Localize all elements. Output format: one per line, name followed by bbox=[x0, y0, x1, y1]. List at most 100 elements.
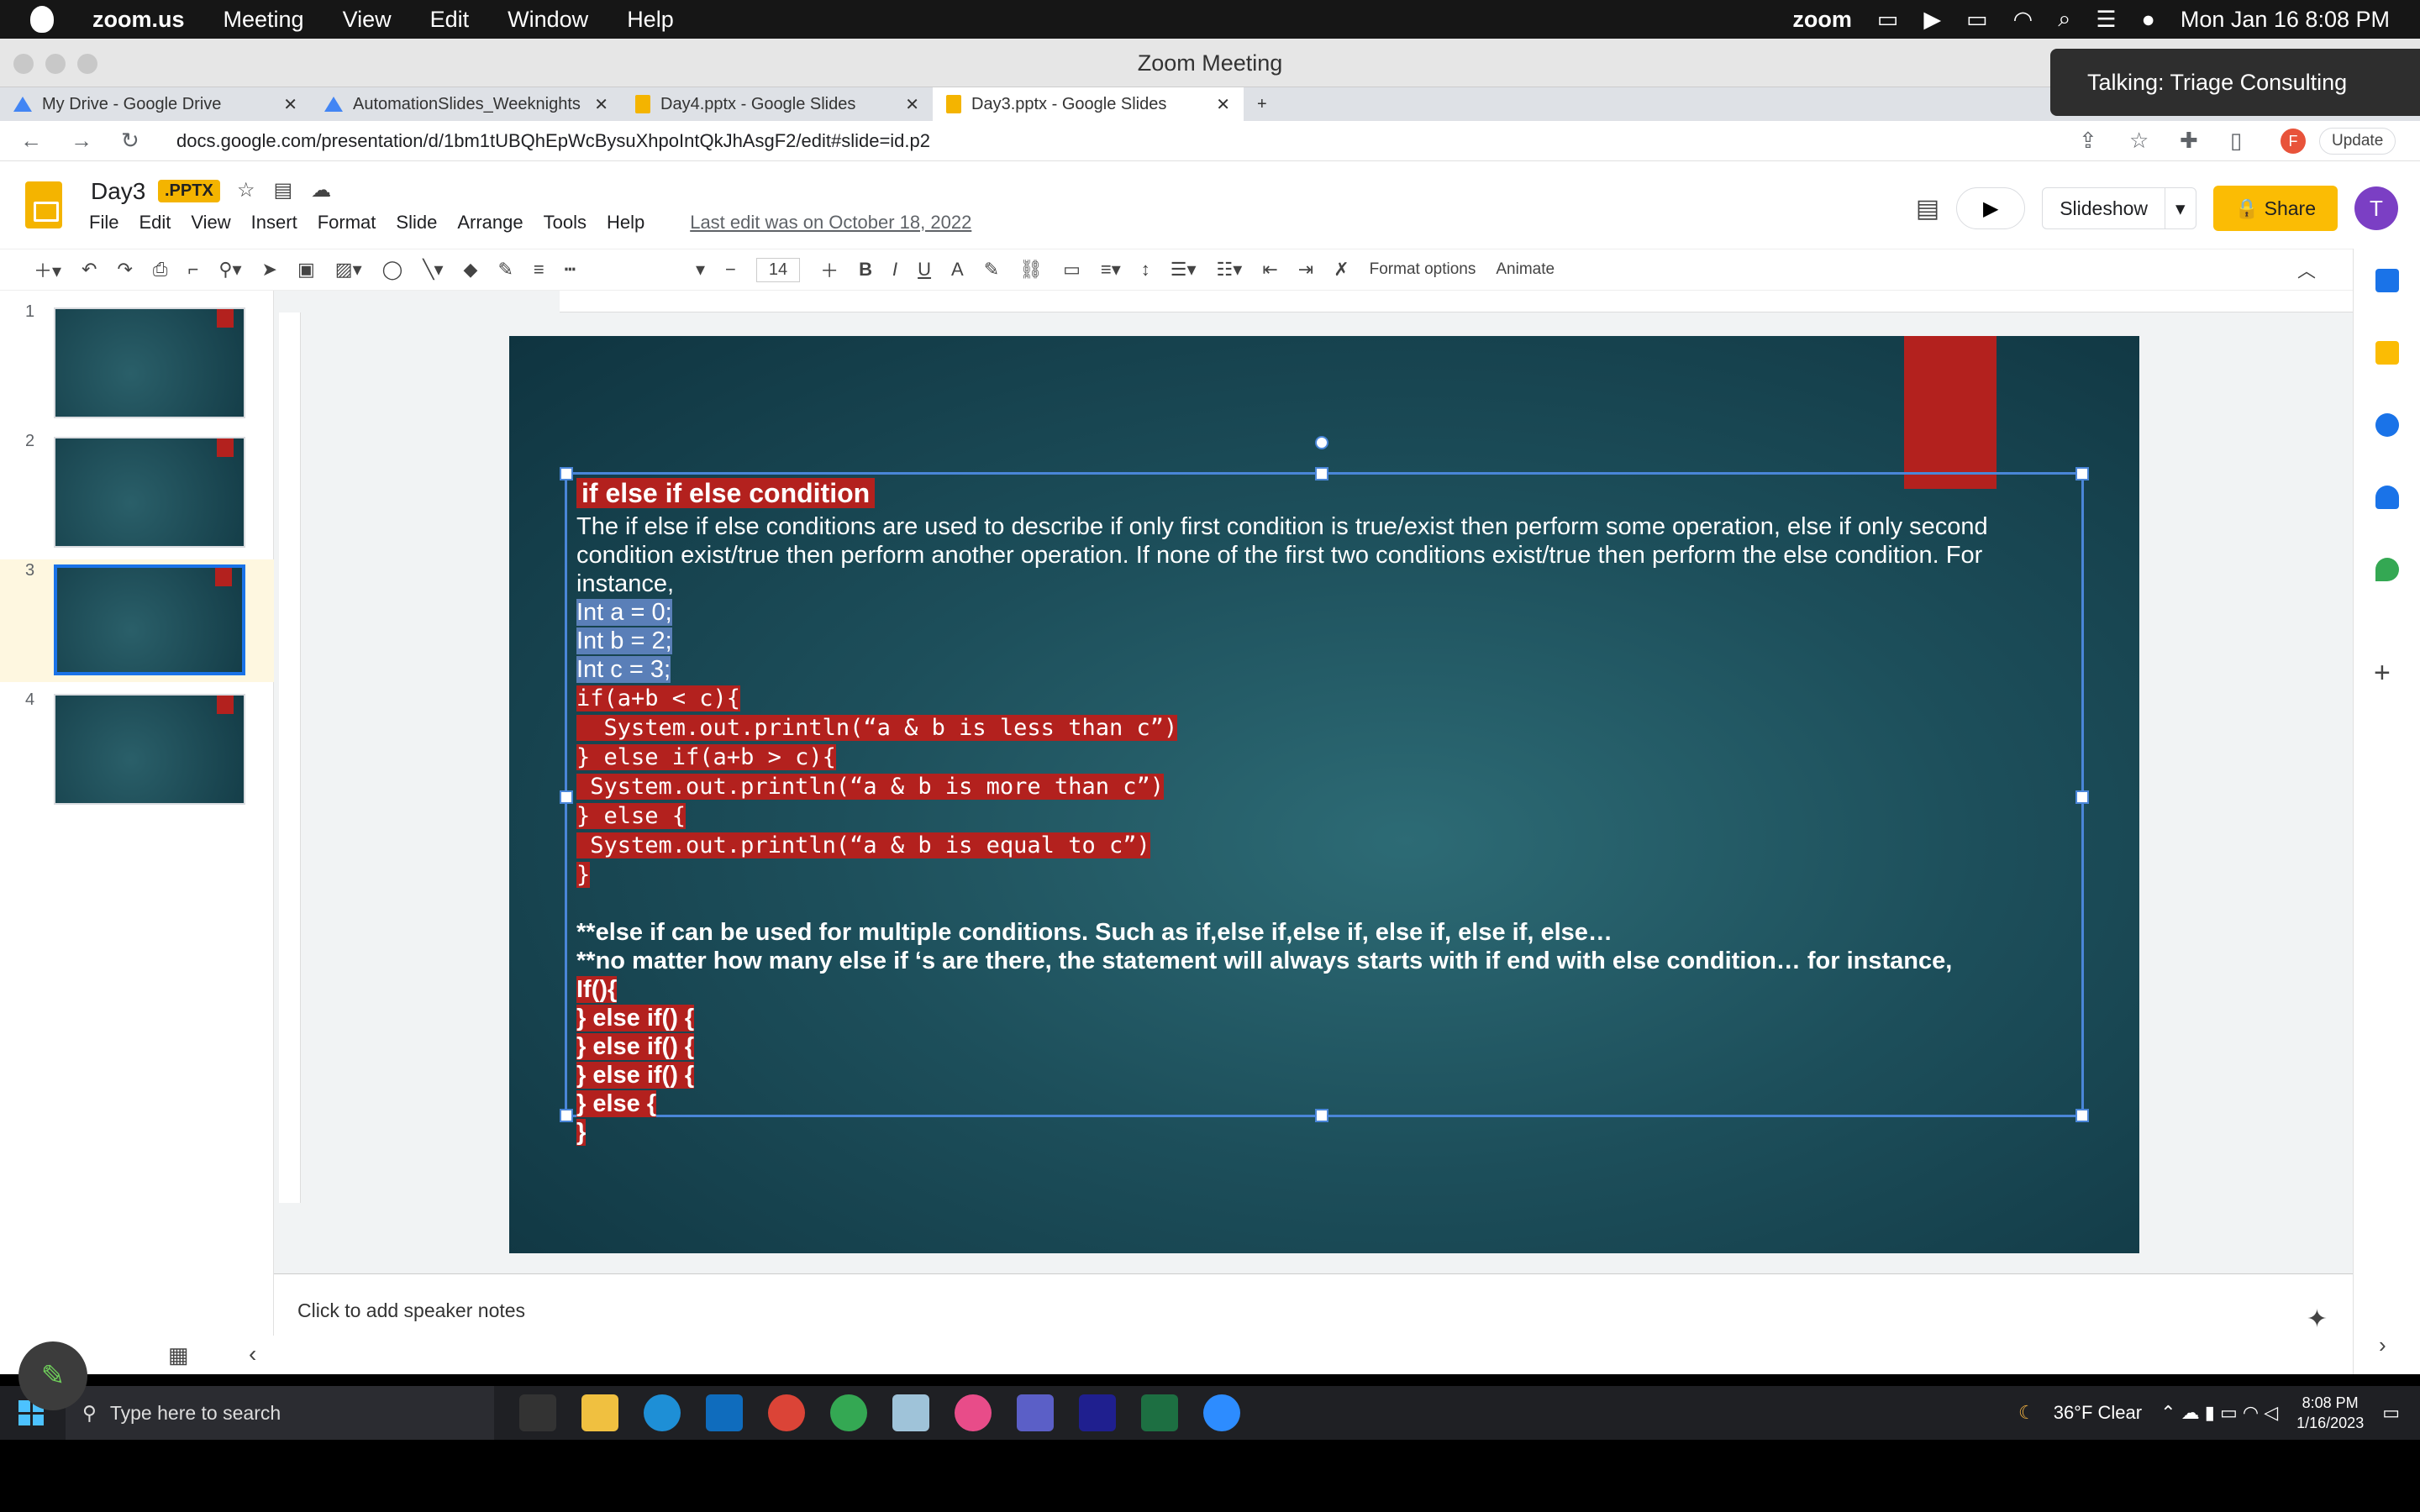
rotate-handle[interactable] bbox=[1315, 436, 1328, 449]
share-button[interactable]: 🔒 Share bbox=[2212, 186, 2338, 231]
vertical-ruler[interactable] bbox=[279, 312, 301, 1203]
menu-tools[interactable]: Tools bbox=[544, 212, 587, 234]
resize-handle[interactable] bbox=[2075, 467, 2089, 480]
font-size-field[interactable]: 14 bbox=[755, 257, 801, 282]
menu-format[interactable]: Format bbox=[318, 212, 376, 234]
notification-icon[interactable]: ▭ bbox=[2382, 1402, 2400, 1424]
text-color-icon[interactable]: A bbox=[951, 259, 964, 281]
keep-icon[interactable] bbox=[2375, 341, 2399, 365]
resize-handle[interactable] bbox=[2075, 790, 2089, 804]
horizontal-ruler[interactable] bbox=[560, 291, 2358, 312]
bullet-list-icon[interactable]: ☰▾ bbox=[1171, 259, 1197, 281]
profile-avatar[interactable]: F bbox=[2281, 128, 2306, 154]
collapse-toolbar-icon[interactable]: ︿ bbox=[2297, 256, 2316, 283]
move-folder-icon[interactable]: ▤ bbox=[274, 178, 293, 202]
tray-icons[interactable]: ⌃ ☁ ▮ ▭ ◠ ◁ bbox=[2160, 1402, 2278, 1424]
app-icon[interactable] bbox=[892, 1394, 929, 1431]
menu-file[interactable]: File bbox=[89, 212, 118, 234]
resize-handle[interactable] bbox=[560, 790, 573, 804]
underline-icon[interactable]: U bbox=[918, 259, 931, 281]
new-slide-icon[interactable]: ＋▾ bbox=[34, 256, 61, 283]
user-avatar[interactable]: T bbox=[2354, 186, 2398, 230]
url-field[interactable]: docs.google.com/presentation/d/1bm1tUBQh… bbox=[176, 130, 2059, 152]
weather-text[interactable]: 36°F Clear bbox=[2054, 1402, 2142, 1424]
search-icon[interactable]: ⌕ bbox=[2058, 6, 2070, 33]
back-icon[interactable]: ← bbox=[20, 128, 50, 154]
decrease-indent-icon[interactable]: ⇤ bbox=[1262, 259, 1277, 281]
increase-font-icon[interactable]: ＋ bbox=[820, 256, 839, 283]
menu-arrange[interactable]: Arrange bbox=[457, 212, 523, 234]
menu-view[interactable]: View bbox=[191, 212, 230, 234]
tab-automation-slides[interactable]: AutomationSlides_Weeknights - ✕ bbox=[311, 87, 622, 121]
tab-my-drive[interactable]: My Drive - Google Drive ✕ bbox=[0, 87, 311, 121]
menu-help[interactable]: Help bbox=[627, 7, 674, 33]
menu-insert[interactable]: Insert bbox=[251, 212, 297, 234]
share-page-icon[interactable]: ⇪ bbox=[2079, 128, 2109, 154]
minimize-window-button[interactable] bbox=[45, 54, 66, 74]
bookmark-star-icon[interactable]: ☆ bbox=[2129, 128, 2160, 154]
close-tab-icon[interactable]: ✕ bbox=[1216, 94, 1230, 115]
shape-icon[interactable]: ◯ bbox=[382, 259, 403, 281]
tab-day3[interactable]: Day3.pptx - Google Slides ✕ bbox=[933, 87, 1244, 121]
teams-icon[interactable] bbox=[1017, 1394, 1054, 1431]
menu-clock[interactable]: Mon Jan 16 8:08 PM bbox=[2181, 7, 2390, 33]
image-icon[interactable]: ▨▾ bbox=[335, 259, 362, 281]
close-tab-icon[interactable]: ✕ bbox=[594, 94, 608, 115]
grid-view-icon[interactable]: ▦ bbox=[168, 1342, 189, 1368]
slack-icon[interactable] bbox=[955, 1394, 992, 1431]
link-icon[interactable]: ⛓ bbox=[1019, 259, 1043, 281]
side-panel-icon[interactable]: ▯ bbox=[2230, 128, 2260, 154]
outlook-icon[interactable] bbox=[706, 1394, 743, 1431]
update-button[interactable]: Update bbox=[2319, 127, 2396, 155]
resize-handle[interactable] bbox=[2075, 1109, 2089, 1122]
zoom-status-icon[interactable]: zoom bbox=[1792, 7, 1852, 33]
star-icon[interactable]: ☆ bbox=[237, 178, 255, 202]
menu-edit[interactable]: Edit bbox=[430, 7, 470, 33]
zoom-icon[interactable] bbox=[1203, 1394, 1240, 1431]
play-icon[interactable]: ▶ bbox=[1923, 7, 1941, 33]
resize-handle[interactable] bbox=[560, 1109, 573, 1122]
taskbar-search[interactable]: ⚲ Type here to search bbox=[66, 1386, 494, 1440]
maps-icon[interactable] bbox=[2375, 558, 2399, 581]
maximize-window-button[interactable] bbox=[77, 54, 97, 74]
align-icon[interactable]: ≡▾ bbox=[1101, 259, 1121, 281]
app-menu[interactable]: zoom.us bbox=[92, 7, 185, 33]
annotate-pen-icon[interactable]: ✎ bbox=[18, 1341, 87, 1410]
video-icon[interactable]: ▭ bbox=[1877, 7, 1899, 33]
slide-thumbnail-2[interactable] bbox=[54, 437, 245, 548]
menu-meeting[interactable]: Meeting bbox=[224, 7, 304, 33]
zoom-icon[interactable]: ⚲▾ bbox=[218, 259, 241, 281]
tab-day4[interactable]: Day4.pptx - Google Slides ✕ bbox=[622, 87, 933, 121]
task-view-icon[interactable] bbox=[519, 1394, 556, 1431]
close-tab-icon[interactable]: ✕ bbox=[905, 94, 919, 115]
slide-thumbnail-1[interactable] bbox=[54, 307, 245, 418]
decrease-font-icon[interactable]: − bbox=[725, 259, 736, 281]
file-explorer-icon[interactable] bbox=[581, 1394, 618, 1431]
chrome-icon[interactable] bbox=[830, 1394, 867, 1431]
new-tab-button[interactable]: + bbox=[1244, 87, 1294, 121]
slideshow-button[interactable]: Slideshow ▾ bbox=[2042, 187, 2196, 229]
weather-icon[interactable]: ☾ bbox=[2018, 1402, 2035, 1424]
collapse-filmstrip-icon[interactable]: ‹ bbox=[249, 1341, 256, 1368]
menu-slide[interactable]: Slide bbox=[396, 212, 437, 234]
numbered-list-icon[interactable]: ☷▾ bbox=[1217, 259, 1243, 281]
excel-icon[interactable] bbox=[1141, 1394, 1178, 1431]
control-center-icon[interactable]: ☰ bbox=[2096, 7, 2116, 33]
slide-thumbnail-4[interactable] bbox=[54, 694, 245, 805]
comment-icon[interactable]: ▭ bbox=[1063, 259, 1081, 281]
fill-color-icon[interactable]: ◆ bbox=[464, 259, 478, 281]
slides-logo-icon[interactable] bbox=[25, 181, 62, 228]
slide-thumbnail-3[interactable] bbox=[54, 564, 245, 675]
highlight-icon[interactable]: ✎ bbox=[984, 259, 999, 281]
menu-help[interactable]: Help bbox=[607, 212, 644, 234]
calendar-icon[interactable] bbox=[2375, 269, 2399, 292]
cloud-status-icon[interactable]: ☁ bbox=[311, 178, 331, 202]
extensions-icon[interactable]: ✚ bbox=[2180, 128, 2210, 154]
select-icon[interactable]: ➤ bbox=[262, 259, 277, 281]
battery-icon[interactable]: ▭ bbox=[1966, 7, 1988, 33]
textbox-icon[interactable]: ▣ bbox=[297, 259, 315, 281]
slide[interactable]: if else if else condition The if else if… bbox=[509, 336, 2139, 1253]
comments-icon[interactable]: ▤ bbox=[1916, 194, 1939, 223]
border-weight-icon[interactable]: ≡ bbox=[534, 259, 544, 281]
undo-icon[interactable]: ↶ bbox=[82, 259, 97, 281]
